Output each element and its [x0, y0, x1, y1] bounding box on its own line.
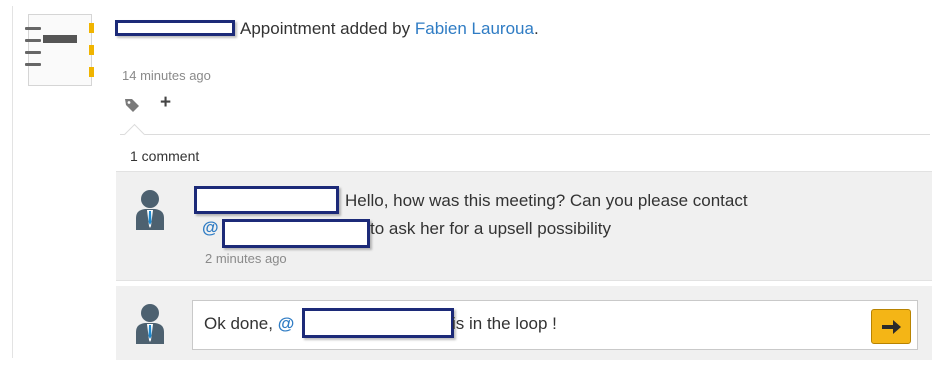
headline-text: Appointment added by — [240, 19, 411, 38]
comment-text-line2: to ask her for a upsell possibility — [370, 219, 611, 238]
send-button[interactable] — [871, 309, 911, 344]
left-guide — [12, 6, 13, 358]
comment-count: 1 comment — [130, 148, 200, 164]
reply-text-after: is in the loop ! — [452, 314, 557, 333]
arrow-right-icon — [882, 319, 901, 334]
redacted-reply-mention — [302, 308, 454, 338]
redacted-commenter — [194, 186, 339, 214]
author-suffix: . — [533, 19, 539, 38]
redacted-mention — [222, 219, 370, 248]
divider — [120, 134, 930, 135]
user-avatar-icon — [135, 302, 165, 344]
plus-icon[interactable]: + — [160, 93, 171, 112]
author-link[interactable]: Fabien Lauroua — [415, 19, 534, 38]
comment-text-line1: Hello, how was this meeting? Can you ple… — [345, 191, 748, 210]
tag-icon[interactable] — [124, 97, 140, 113]
post-headline: Appointment added by Fabien Lauroua. — [240, 19, 539, 39]
notebook-icon — [25, 14, 94, 86]
redacted-name — [115, 20, 235, 36]
reply-text-start: Ok done, — [204, 314, 273, 333]
mention-symbol: @ — [202, 218, 219, 237]
user-avatar-icon — [135, 188, 165, 230]
comment-timestamp: 2 minutes ago — [205, 251, 287, 266]
reply-text-before: Ok done, @ — [204, 314, 294, 334]
reply-mention-symbol: @ — [277, 314, 295, 333]
divider-caret — [123, 123, 146, 146]
post-timestamp: 14 minutes ago — [122, 68, 211, 83]
